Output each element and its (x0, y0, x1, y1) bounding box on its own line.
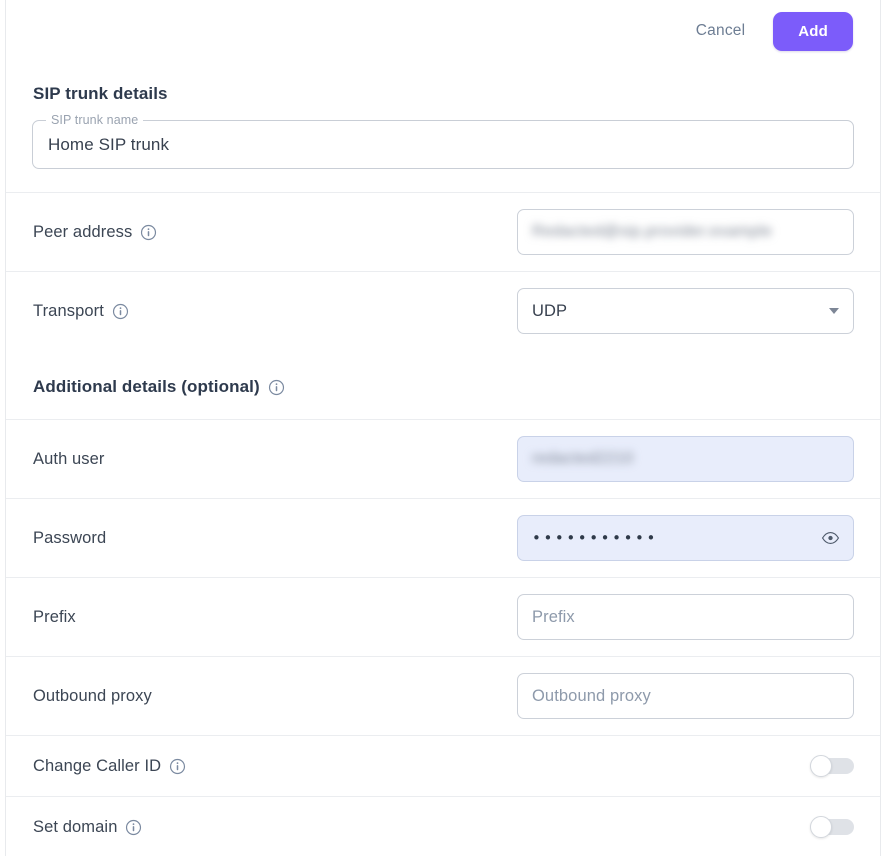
row-change-caller-id: Change Caller ID (6, 735, 880, 796)
row-prefix: Prefix Prefix (6, 577, 880, 656)
peer-address-label-group: Peer address (33, 223, 157, 242)
auth-user-input[interactable]: redacted2210 (517, 436, 854, 482)
transport-selected-value: UDP (532, 301, 568, 320)
row-set-domain: Set domain (6, 796, 880, 856)
sip-trunk-name-input[interactable]: SIP trunk name Home SIP trunk (32, 113, 854, 169)
password-label: Password (33, 528, 107, 547)
info-icon[interactable] (140, 224, 157, 241)
outbound-proxy-placeholder: Outbound proxy (532, 686, 651, 705)
outbound-proxy-input[interactable]: Outbound proxy (517, 673, 854, 719)
row-transport: Transport UDP (6, 271, 880, 350)
change-caller-id-label-group: Change Caller ID (33, 757, 186, 776)
row-outbound-proxy: Outbound proxy Outbound proxy (6, 656, 880, 735)
password-masked-value: ••••••••••• (532, 529, 658, 547)
info-icon[interactable] (169, 758, 186, 775)
toggle-thumb (810, 755, 832, 777)
auth-user-value: redacted2210 (532, 450, 634, 467)
chevron-down-icon (829, 308, 839, 314)
sip-trunk-form-card: Cancel Add SIP trunk details SIP trunk n… (5, 0, 881, 856)
outbound-proxy-label: Outbound proxy (33, 686, 152, 705)
set-domain-label: Set domain (33, 817, 118, 836)
info-icon[interactable] (268, 379, 285, 396)
section-title-text: SIP trunk details (33, 84, 168, 103)
row-auth-user: Auth user redacted2210 (6, 419, 880, 498)
change-caller-id-toggle[interactable] (804, 755, 854, 777)
toggle-thumb (810, 816, 832, 838)
add-button[interactable]: Add (773, 11, 853, 51)
sip-trunk-name-field-wrap: SIP trunk name Home SIP trunk (6, 113, 880, 169)
password-label-group: Password (33, 529, 106, 548)
sip-trunk-name-label: SIP trunk name (46, 113, 144, 127)
row-peer-address: Peer address Redacted@sip.provider.examp… (6, 192, 880, 271)
transport-label: Transport (33, 301, 104, 320)
transport-label-group: Transport (33, 302, 129, 321)
peer-address-label: Peer address (33, 222, 133, 241)
change-caller-id-label: Change Caller ID (33, 756, 162, 775)
section-title-text: Additional details (optional) (33, 377, 260, 396)
info-icon[interactable] (125, 819, 142, 836)
password-input[interactable]: ••••••••••• (517, 515, 854, 561)
sip-trunk-name-value: Home SIP trunk (48, 134, 170, 154)
peer-address-input[interactable]: Redacted@sip.provider.example (517, 209, 854, 255)
prefix-label-group: Prefix (33, 608, 76, 627)
prefix-placeholder: Prefix (532, 607, 575, 626)
info-icon[interactable] (112, 303, 129, 320)
set-domain-label-group: Set domain (33, 818, 142, 837)
section-title-additional-details: Additional details (optional) (6, 377, 880, 397)
prefix-input[interactable]: Prefix (517, 594, 854, 640)
section-title-sip-trunk-details: SIP trunk details (6, 84, 880, 104)
eye-icon[interactable] (821, 529, 840, 548)
cancel-button[interactable]: Cancel (684, 13, 757, 49)
prefix-label: Prefix (33, 607, 76, 626)
auth-user-label-group: Auth user (33, 450, 105, 469)
form-action-bar: Cancel Add (6, 0, 880, 62)
transport-select[interactable]: UDP (517, 288, 854, 334)
set-domain-toggle[interactable] (804, 816, 854, 838)
peer-address-value: Redacted@sip.provider.example (532, 223, 773, 240)
auth-user-label: Auth user (33, 449, 105, 468)
row-password: Password ••••••••••• (6, 498, 880, 577)
outbound-proxy-label-group: Outbound proxy (33, 687, 152, 706)
